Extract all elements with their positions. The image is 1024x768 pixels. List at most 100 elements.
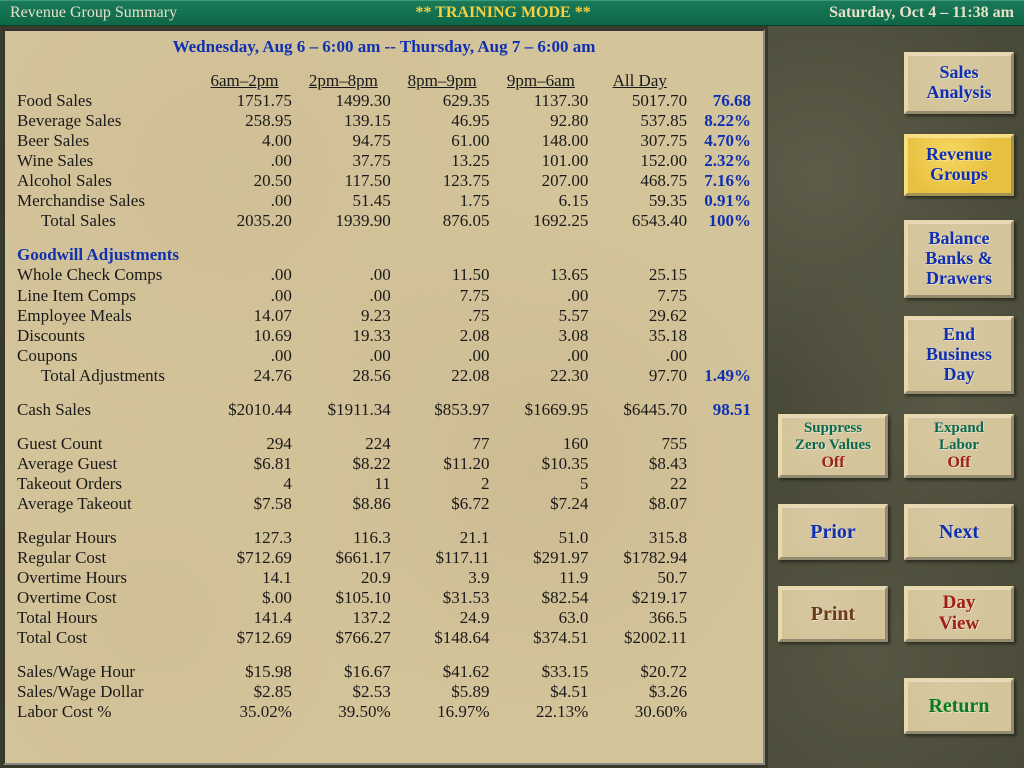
cell: 101.00 (492, 151, 591, 171)
table-row: Regular Hours127.3116.321.151.0315.8 (15, 528, 753, 548)
row-label: Sales/Wage Hour (15, 662, 195, 682)
balance-banks-drawers-button[interactable]: BalanceBanks &Drawers (904, 220, 1014, 298)
cell: 16.97% (393, 702, 492, 722)
table-row: Merchandise Sales.0051.451.756.1559.350.… (15, 191, 753, 211)
percent-cell (689, 608, 753, 628)
cell: $712.69 (195, 548, 294, 568)
date-range: Wednesday, Aug 6 – 6:00 am -- Thursday, … (15, 37, 753, 57)
row-label: Takeout Orders (15, 474, 195, 494)
cell: 224 (294, 434, 393, 454)
cell: 20.50 (195, 171, 294, 191)
cell: 22.08 (393, 366, 492, 386)
cell: 258.95 (195, 111, 294, 131)
cell: 629.35 (393, 91, 492, 111)
cell: 22.30 (492, 366, 591, 386)
cell: 4.00 (195, 131, 294, 151)
cell: $2.85 (195, 682, 294, 702)
cell: 22.13% (492, 702, 591, 722)
table-row: Wine Sales.0037.7513.25101.00152.002.32% (15, 151, 753, 171)
cell: 59.35 (590, 191, 689, 211)
table-row: Overtime Hours14.120.93.911.950.7 (15, 568, 753, 588)
row-label: Regular Cost (15, 548, 195, 568)
cell: 2 (393, 474, 492, 494)
cell: $712.69 (195, 628, 294, 648)
row-label: Food Sales (15, 91, 195, 111)
percent-cell (689, 434, 753, 454)
cell: 50.7 (590, 568, 689, 588)
table-row: Line Item Comps.00.007.75.007.75 (15, 286, 753, 306)
percent-cell (689, 568, 753, 588)
expand-labor-toggle[interactable]: ExpandLabor Off (904, 414, 1014, 478)
cell: 1751.75 (195, 91, 294, 111)
cell: 294 (195, 434, 294, 454)
cell: 46.95 (393, 111, 492, 131)
percent-cell: 100% (689, 211, 753, 231)
return-button[interactable]: Return (904, 678, 1014, 734)
cell: $661.17 (294, 548, 393, 568)
percent-cell (689, 628, 753, 648)
cell: 127.3 (195, 528, 294, 548)
cell: .00 (492, 346, 591, 366)
cell: $291.97 (492, 548, 591, 568)
percent-cell (689, 306, 753, 326)
table-row: Average Guest$6.81$8.22$11.20$10.35$8.43 (15, 454, 753, 474)
cell: $82.54 (492, 588, 591, 608)
cell: $105.10 (294, 588, 393, 608)
table-row: Whole Check Comps.00.0011.5013.6525.15 (15, 265, 753, 285)
cell: 5017.70 (590, 91, 689, 111)
cell: 19.33 (294, 326, 393, 346)
cell: 14.1 (195, 568, 294, 588)
cell: $41.62 (393, 662, 492, 682)
percent-cell (689, 588, 753, 608)
table-row: Beverage Sales258.95139.1546.9592.80537.… (15, 111, 753, 131)
day-view-button[interactable]: DayView (904, 586, 1014, 642)
end-business-day-button[interactable]: EndBusinessDay (904, 316, 1014, 394)
table-row: Regular Cost$712.69$661.17$117.11$291.97… (15, 548, 753, 568)
sales-analysis-button[interactable]: SalesAnalysis (904, 52, 1014, 114)
cell: $2.53 (294, 682, 393, 702)
cell: 30.60% (590, 702, 689, 722)
cell: $766.27 (294, 628, 393, 648)
table-row: Takeout Orders4112522 (15, 474, 753, 494)
cell: 63.0 (492, 608, 591, 628)
percent-cell: 76.68 (689, 91, 753, 111)
cell: 366.5 (590, 608, 689, 628)
cell: $2010.44 (195, 400, 294, 420)
cell: .00 (590, 346, 689, 366)
cell: 11.50 (393, 265, 492, 285)
cell: 35.18 (590, 326, 689, 346)
cell: $1911.34 (294, 400, 393, 420)
window-title: Revenue Group Summary (10, 4, 177, 22)
cell: 2035.20 (195, 211, 294, 231)
cell: 92.80 (492, 111, 591, 131)
row-label: Beverage Sales (15, 111, 195, 131)
prior-button[interactable]: Prior (778, 504, 888, 560)
table-row: Labor Cost %35.02%39.50%16.97%22.13%30.6… (15, 702, 753, 722)
cell: $117.11 (393, 548, 492, 568)
cell: 137.2 (294, 608, 393, 628)
percent-cell: 98.51 (689, 400, 753, 420)
cell: 207.00 (492, 171, 591, 191)
print-button[interactable]: Print (778, 586, 888, 642)
percent-cell: 0.91% (689, 191, 753, 211)
cell: .00 (393, 346, 492, 366)
col-header: 6am–2pm (195, 71, 294, 91)
table-row: Sales/Wage Dollar$2.85$2.53$5.89$4.51$3.… (15, 682, 753, 702)
row-label: Sales/Wage Dollar (15, 682, 195, 702)
table-row: Total Hours141.4137.224.963.0366.5 (15, 608, 753, 628)
cell: $8.43 (590, 454, 689, 474)
table-row: Employee Meals14.079.23.755.5729.62 (15, 306, 753, 326)
cell: 24.76 (195, 366, 294, 386)
revenue-groups-button[interactable]: RevenueGroups (904, 134, 1014, 196)
row-label: Cash Sales (15, 400, 195, 420)
current-datetime: Saturday, Oct 4 – 11:38 am (829, 4, 1014, 22)
table-row: Total Adjustments24.7628.5622.0822.3097.… (15, 366, 753, 386)
table-row: Beer Sales4.0094.7561.00148.00307.754.70… (15, 131, 753, 151)
cell: 7.75 (590, 286, 689, 306)
cell: 13.25 (393, 151, 492, 171)
suppress-zero-values-toggle[interactable]: SuppressZero Values Off (778, 414, 888, 478)
next-button[interactable]: Next (904, 504, 1014, 560)
cell: 1.75 (393, 191, 492, 211)
cell: 10.69 (195, 326, 294, 346)
cell: $20.72 (590, 662, 689, 682)
